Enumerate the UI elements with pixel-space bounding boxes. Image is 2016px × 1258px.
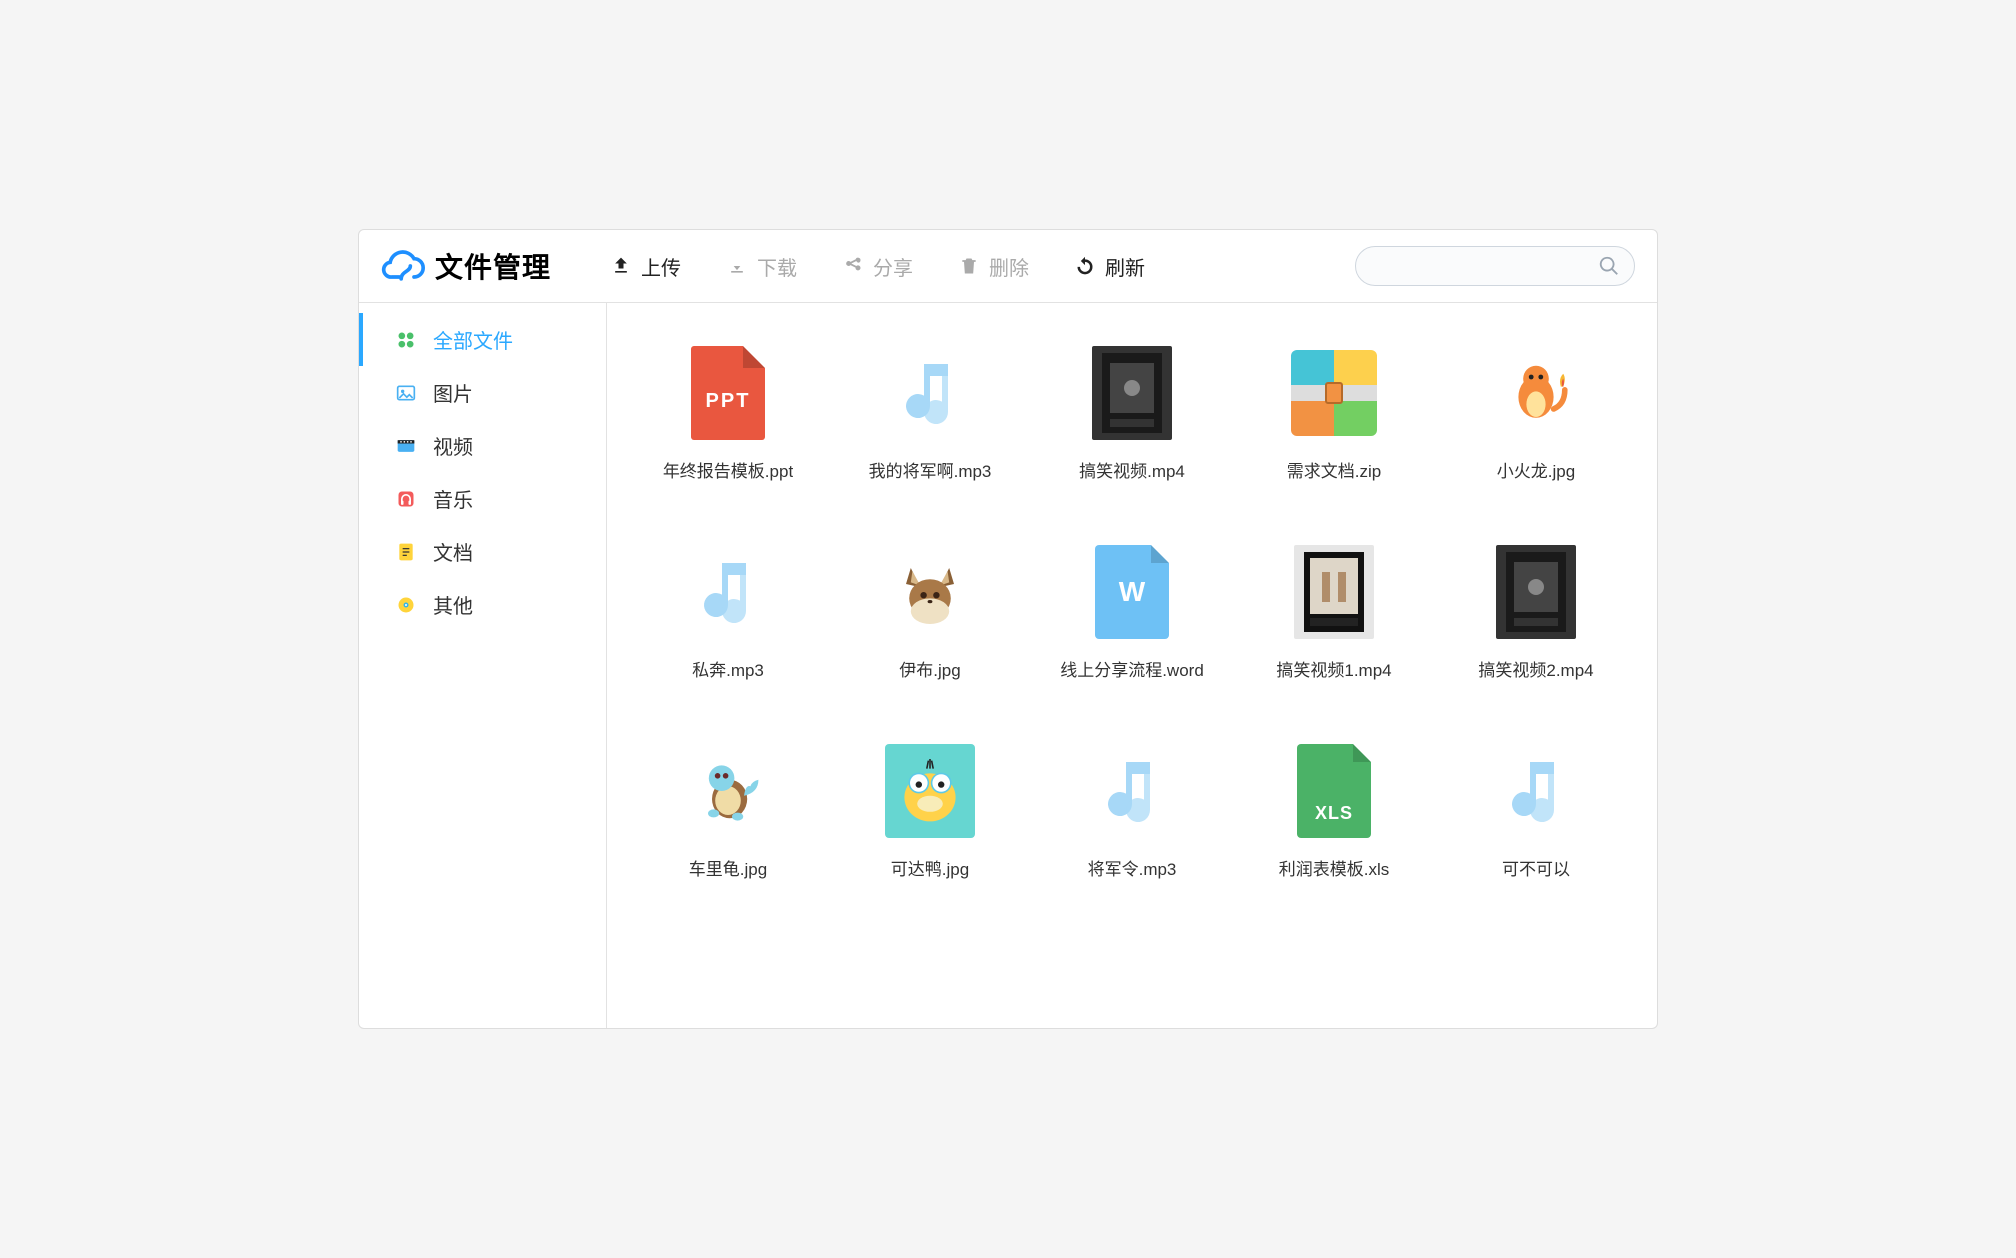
file-name: 线上分享流程.word [1060,656,1204,681]
file-item[interactable]: 需求文档.zip [1243,343,1425,482]
sidebar-item-other[interactable]: 其他 [359,578,606,631]
file-item[interactable]: 将军令.mp3 [1041,741,1223,880]
file-name: 小火龙.jpg [1497,457,1575,482]
file-thumbnail [1086,741,1178,841]
file-item[interactable]: PPT 年终报告模板.ppt [637,343,819,482]
download-label: 下载 [757,252,797,281]
disc-icon [395,594,417,616]
delete-button[interactable]: 删除 [959,252,1029,281]
file-item[interactable]: 车里龟.jpg [637,741,819,880]
file-name: 搞笑视频1.mp4 [1276,656,1391,681]
headphone-icon [395,488,417,510]
toolbar: 上传 下载 分享 删除 刷新 [611,252,1335,281]
sidebar-item-label: 音乐 [433,484,473,513]
file-item[interactable]: W 线上分享流程.word [1041,542,1223,681]
file-name: 搞笑视频.mp4 [1079,457,1185,482]
sidebar-item-label: 视频 [433,431,473,460]
file-item[interactable]: 小火龙.jpg [1445,343,1627,482]
file-item[interactable]: 可不可以 [1445,741,1627,880]
file-name: 需求文档.zip [1287,457,1381,482]
file-item[interactable]: 伊布.jpg [839,542,1021,681]
upload-label: 上传 [641,252,681,281]
sidebar-item-label: 文档 [433,537,473,566]
share-icon [843,256,863,276]
refresh-icon [1075,256,1095,276]
sidebar-item-doc[interactable]: 文档 [359,525,606,578]
logo: 文件管理 [381,244,551,288]
header: 文件管理 上传 下载 分享 删除 刷新 [359,230,1657,303]
file-thumbnail [1490,343,1582,443]
file-item[interactable]: 可达鸭.jpg [839,741,1021,880]
delete-label: 删除 [989,252,1029,281]
upload-button[interactable]: 上传 [611,252,681,281]
sidebar-item-video[interactable]: 视频 [359,419,606,472]
file-thumbnail: PPT [682,343,774,443]
trash-icon [959,256,979,276]
refresh-button[interactable]: 刷新 [1075,252,1145,281]
sidebar-item-label: 图片 [433,378,473,407]
file-item[interactable]: 搞笑视频2.mp4 [1445,542,1627,681]
file-thumbnail [1288,343,1380,443]
file-grid: PPT 年终报告模板.ppt 我的将军啊.mp3 搞笑视频.mp4 需求文档.zip 小火… [637,343,1627,880]
file-name: 伊布.jpg [899,656,960,681]
file-name: 搞笑视频2.mp4 [1478,656,1593,681]
file-name: 可不可以 [1502,855,1570,880]
video-icon [395,435,417,457]
file-thumbnail [1490,542,1582,642]
sidebar-item-all[interactable]: 全部文件 [359,313,606,366]
file-thumbnail [682,542,774,642]
file-thumbnail: W [1086,542,1178,642]
share-button[interactable]: 分享 [843,252,913,281]
document-icon [395,541,417,563]
sidebar-item-label: 全部文件 [433,325,513,354]
image-icon [395,382,417,404]
file-thumbnail [1490,741,1582,841]
sidebar: 全部文件 图片 视频 音乐 文档 其他 [359,303,607,1028]
search-box[interactable] [1355,246,1635,286]
body: 全部文件 图片 视频 音乐 文档 其他 P [359,303,1657,1028]
file-item[interactable]: XLS 利润表模板.xls [1243,741,1425,880]
file-name: 利润表模板.xls [1279,855,1390,880]
cloud-logo-icon [381,244,425,288]
sidebar-item-label: 其他 [433,590,473,619]
file-thumbnail [1288,542,1380,642]
refresh-label: 刷新 [1105,252,1145,281]
upload-icon [611,256,631,276]
file-thumbnail [884,542,976,642]
file-item[interactable]: 搞笑视频.mp4 [1041,343,1223,482]
download-button[interactable]: 下载 [727,252,797,281]
file-item[interactable]: 搞笑视频1.mp4 [1243,542,1425,681]
search-icon [1598,255,1620,277]
grid-icon [395,329,417,351]
file-name: 私奔.mp3 [692,656,764,681]
file-thumbnail [1086,343,1178,443]
file-item[interactable]: 我的将军啊.mp3 [839,343,1021,482]
file-thumbnail [682,741,774,841]
download-icon [727,256,747,276]
file-thumbnail [884,741,976,841]
app-window: 文件管理 上传 下载 分享 删除 刷新 [358,229,1658,1029]
file-name: 车里龟.jpg [689,855,767,880]
sidebar-item-music[interactable]: 音乐 [359,472,606,525]
file-thumbnail: XLS [1288,741,1380,841]
file-name: 年终报告模板.ppt [663,457,793,482]
file-name: 我的将军啊.mp3 [869,457,992,482]
sidebar-item-image[interactable]: 图片 [359,366,606,419]
app-title: 文件管理 [435,246,551,286]
file-thumbnail [884,343,976,443]
file-name: 将军令.mp3 [1088,855,1177,880]
main-content: PPT 年终报告模板.ppt 我的将军啊.mp3 搞笑视频.mp4 需求文档.zip 小火… [607,303,1657,1028]
file-name: 可达鸭.jpg [891,855,969,880]
search-input[interactable] [1370,257,1598,275]
share-label: 分享 [873,252,913,281]
file-item[interactable]: 私奔.mp3 [637,542,819,681]
